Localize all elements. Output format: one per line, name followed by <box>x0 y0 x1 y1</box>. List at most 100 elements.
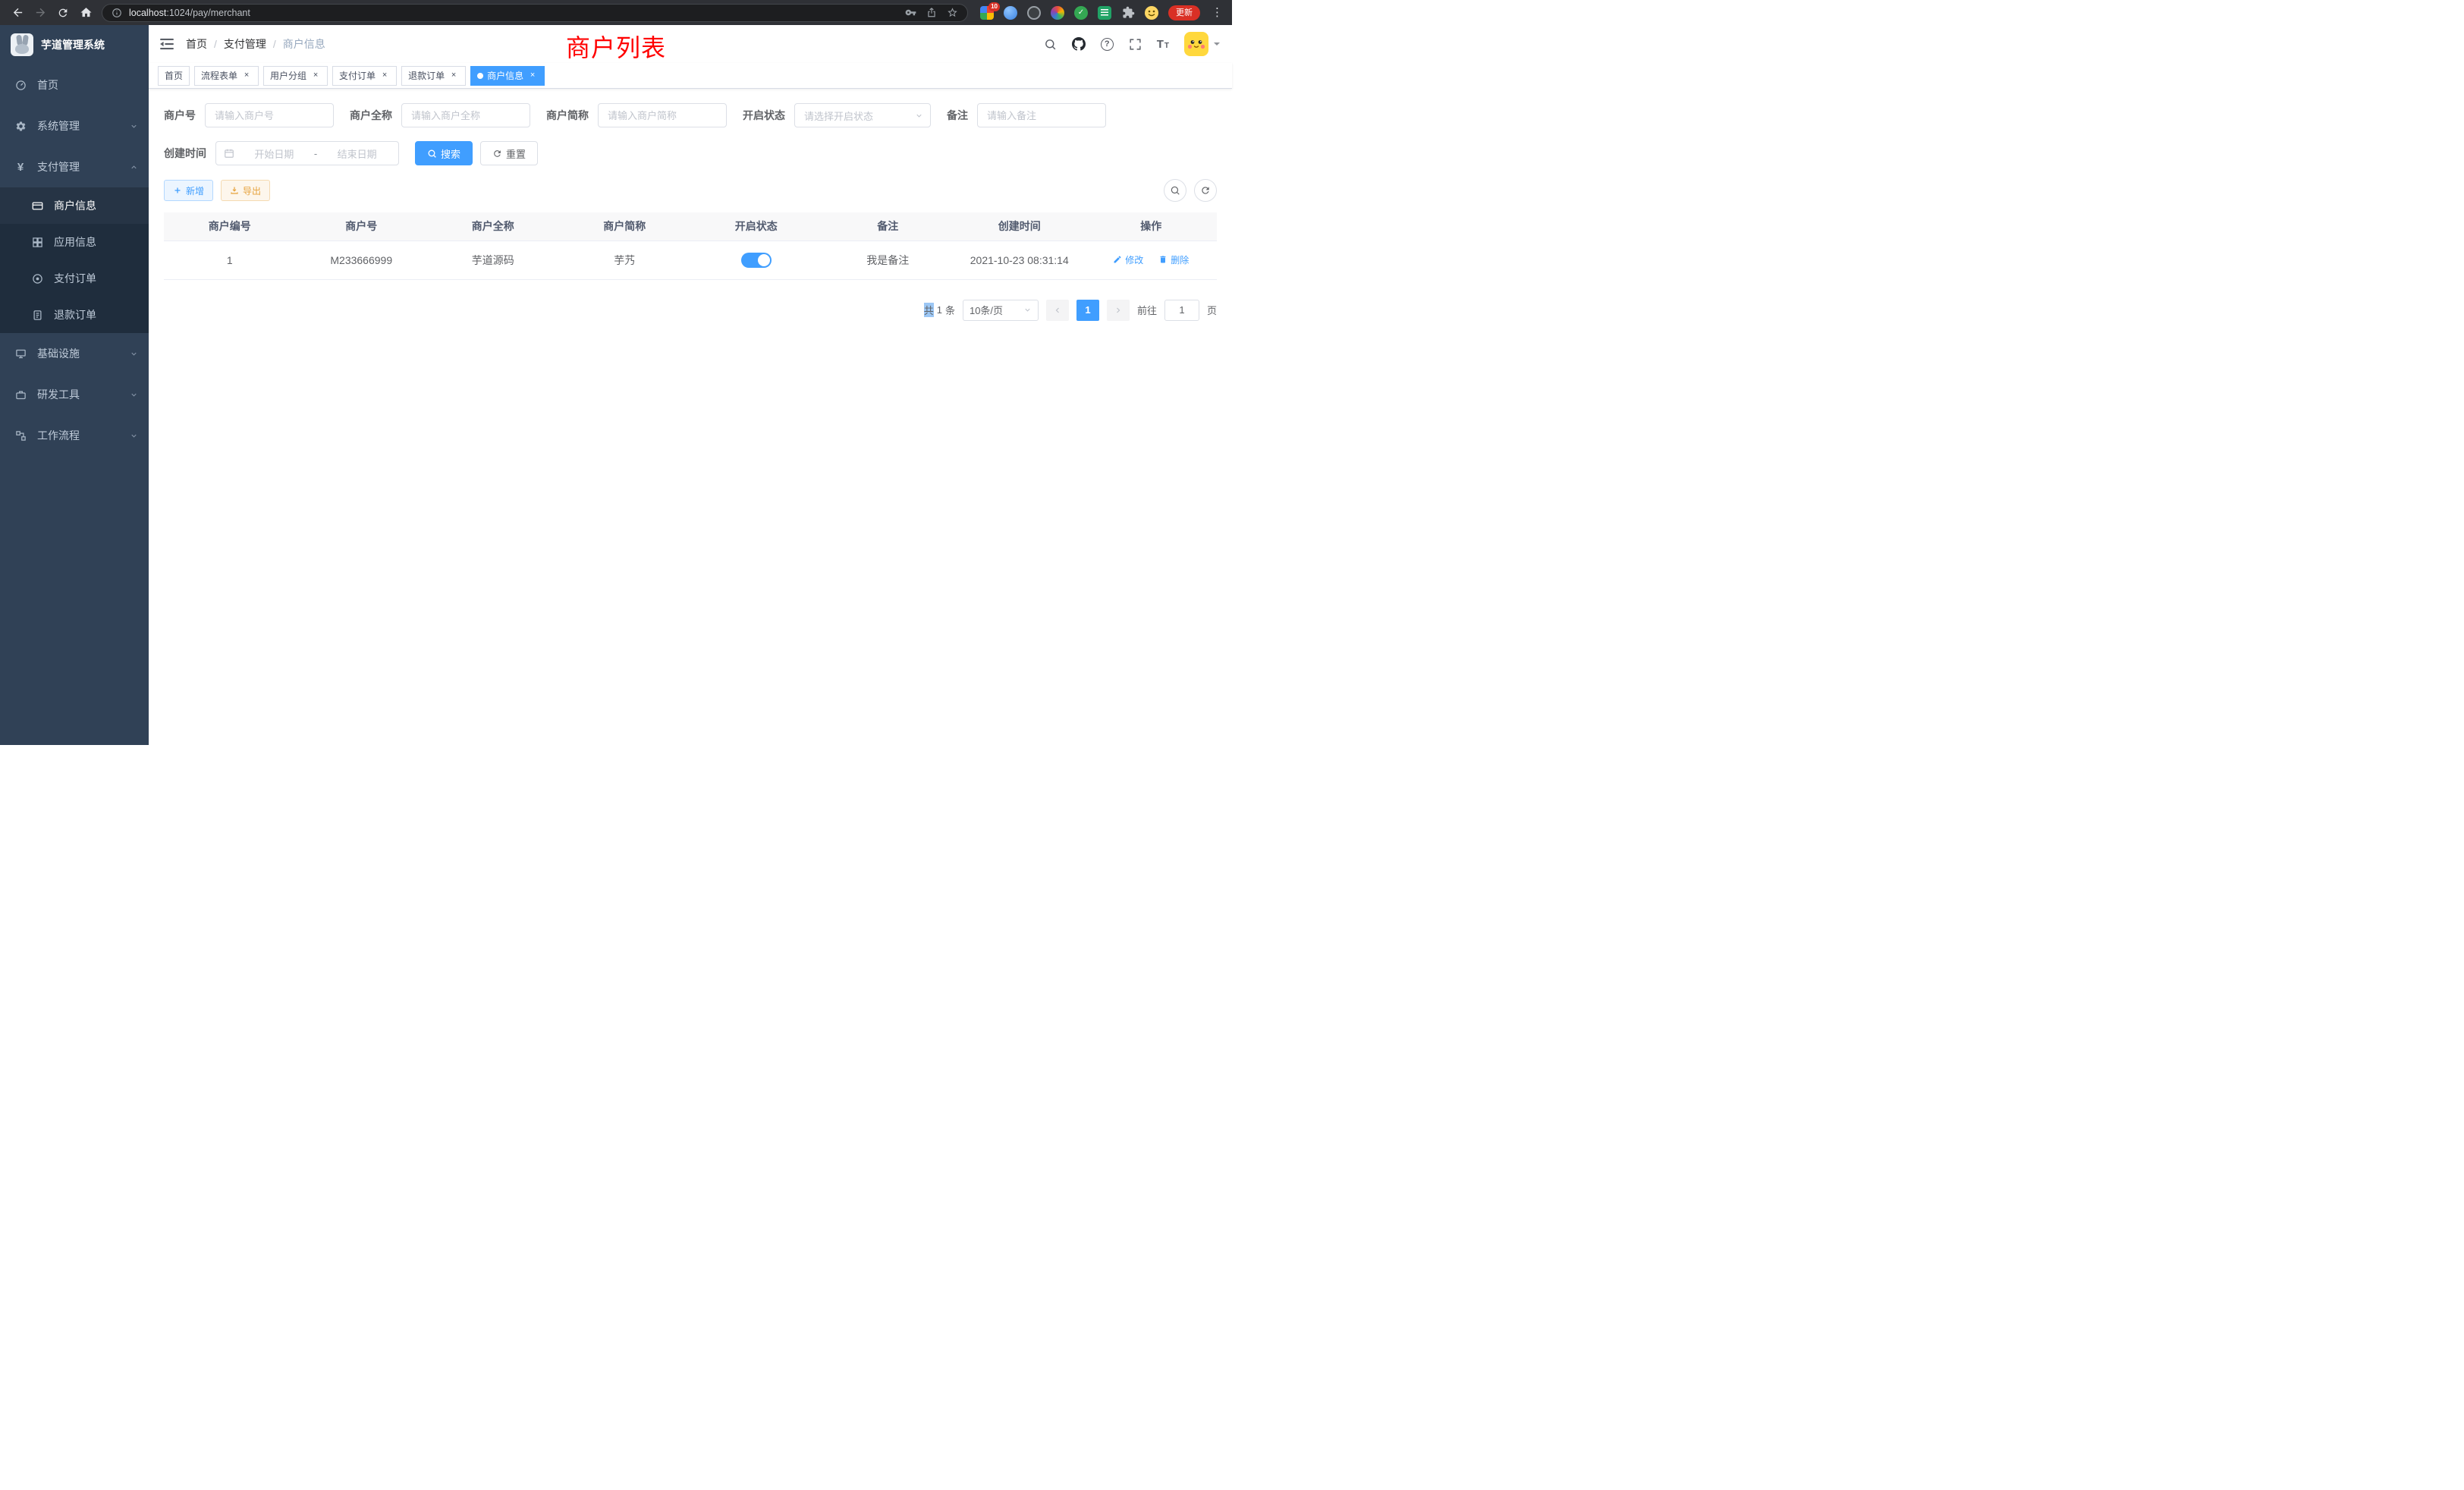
chevron-down-icon <box>915 112 923 120</box>
next-page-button[interactable] <box>1107 300 1130 321</box>
close-icon[interactable]: × <box>527 71 538 81</box>
browser-reload-button[interactable] <box>53 3 73 23</box>
full-name-input[interactable] <box>401 103 530 127</box>
full-name-label: 商户全称 <box>350 108 392 123</box>
extension-icon-3[interactable] <box>1027 6 1041 20</box>
sidebar-item-refund-order[interactable]: 退款订单 <box>0 297 149 333</box>
browser-back-button[interactable] <box>8 3 27 23</box>
browser-extensions-area: 10 ✓ 更新 ⋮ <box>980 5 1224 20</box>
col-header-status: 开启状态 <box>690 212 822 240</box>
breadcrumb-section[interactable]: 支付管理 <box>224 36 266 52</box>
sidebar-toggle-icon[interactable] <box>160 38 174 50</box>
grid-icon <box>31 236 43 248</box>
url-text[interactable]: localhost:1024/pay/merchant <box>129 8 898 18</box>
breadcrumb-home[interactable]: 首页 <box>186 36 207 52</box>
merchant-no-input[interactable] <box>205 103 334 127</box>
page-1-button[interactable]: 1 <box>1076 300 1099 321</box>
fullscreen-icon[interactable] <box>1129 38 1142 51</box>
create-time-range-picker[interactable]: 开始日期 - 结束日期 <box>215 141 399 165</box>
gear-icon <box>14 120 27 132</box>
sidebar-item-dev-tools[interactable]: 研发工具 <box>0 374 149 415</box>
tag-pay-order[interactable]: 支付订单× <box>332 66 397 86</box>
chrome-menu-icon[interactable]: ⋮ <box>1210 7 1224 18</box>
close-icon[interactable]: × <box>241 71 252 81</box>
sidebar-item-workflow[interactable]: 工作流程 <box>0 415 149 456</box>
browser-nav-buttons <box>8 3 96 23</box>
search-form-row-1: 商户号 商户全称 商户简称 开启状态 请选择开启状态 <box>164 103 1217 127</box>
calendar-icon <box>224 148 234 159</box>
close-icon[interactable]: × <box>448 71 459 81</box>
tag-user-group[interactable]: 用户分组× <box>263 66 328 86</box>
font-size-icon[interactable]: TT <box>1157 39 1169 50</box>
sidebar-item-label: 支付管理 <box>37 159 119 174</box>
search-icon <box>1170 185 1180 196</box>
add-button[interactable]: 新增 <box>164 180 213 201</box>
profile-avatar-icon[interactable] <box>1145 6 1158 20</box>
user-avatar[interactable] <box>1184 32 1221 56</box>
chevron-down-icon <box>130 391 138 399</box>
tag-home[interactable]: 首页 <box>158 66 190 86</box>
table-header-row: 商户编号 商户号 商户全称 商户简称 开启状态 备注 创建时间 操作 <box>164 212 1217 240</box>
browser-forward-button[interactable] <box>30 3 50 23</box>
reset-button[interactable]: 重置 <box>480 141 538 165</box>
sidebar-item-pay-order[interactable]: 支付订单 <box>0 260 149 297</box>
browser-address-bar[interactable]: localhost:1024/pay/merchant <box>102 4 968 22</box>
close-icon[interactable]: × <box>379 71 390 81</box>
extension-icon-2[interactable] <box>1004 6 1017 20</box>
toggle-search-button[interactable] <box>1164 179 1186 202</box>
remark-input[interactable] <box>977 103 1106 127</box>
tag-merchant-info[interactable]: 商户信息× <box>470 66 545 86</box>
col-header-merchant-no: 商户号 <box>296 212 428 240</box>
chevron-right-icon <box>1114 306 1123 315</box>
sidebar-submenu-payment: 商户信息 应用信息 支付订单 退款订单 <box>0 187 149 333</box>
date-range-separator: - <box>314 148 317 159</box>
avatar-image <box>1184 32 1208 56</box>
app-logo[interactable]: 芋道管理系统 <box>0 25 149 64</box>
status-toggle[interactable] <box>741 253 772 268</box>
help-icon[interactable]: ? <box>1101 38 1114 51</box>
page-size-select[interactable]: 10条/页 <box>963 300 1039 321</box>
sidebar-item-merchant-info[interactable]: 商户信息 <box>0 187 149 224</box>
extension-icon-6[interactable] <box>1098 6 1111 20</box>
form-item-short-name: 商户简称 <box>546 103 727 127</box>
export-button[interactable]: 导出 <box>221 180 270 201</box>
delete-button[interactable]: 删除 <box>1158 253 1189 266</box>
main-area: 首页 / 支付管理 / 商户信息 商户列表 ? TT 首页 <box>149 25 1232 745</box>
extension-icon-5[interactable]: ✓ <box>1074 6 1088 20</box>
yen-icon: ¥ <box>14 161 27 173</box>
sidebar-item-label: 系统管理 <box>37 118 119 134</box>
cell-actions: 修改 删除 <box>1086 240 1218 279</box>
sidebar-item-payment[interactable]: ¥ 支付管理 <box>0 146 149 187</box>
tag-refund-order[interactable]: 退款订单× <box>401 66 466 86</box>
extension-icon-1[interactable]: 10 <box>980 6 994 20</box>
sidebar-item-infrastructure[interactable]: 基础设施 <box>0 333 149 374</box>
col-header-create-time: 创建时间 <box>954 212 1086 240</box>
chrome-update-button[interactable]: 更新 <box>1168 5 1200 20</box>
sidebar-item-app-info[interactable]: 应用信息 <box>0 224 149 260</box>
sidebar-item-system[interactable]: 系统管理 <box>0 105 149 146</box>
close-icon[interactable]: × <box>310 71 321 81</box>
browser-home-button[interactable] <box>76 3 96 23</box>
short-name-input[interactable] <box>598 103 727 127</box>
extensions-puzzle-icon[interactable] <box>1121 6 1135 20</box>
refresh-table-button[interactable] <box>1194 179 1217 202</box>
prev-page-button[interactable] <box>1046 300 1069 321</box>
sidebar-item-home[interactable]: 首页 <box>0 64 149 105</box>
edit-button[interactable]: 修改 <box>1113 253 1143 266</box>
extension-icon-4[interactable] <box>1051 6 1064 20</box>
github-icon[interactable] <box>1072 37 1086 51</box>
col-header-remark: 备注 <box>822 212 954 240</box>
search-form-row-2: 创建时间 开始日期 - 结束日期 搜索 重置 <box>164 141 1217 165</box>
search-button[interactable]: 搜索 <box>415 141 473 165</box>
search-icon[interactable] <box>1044 38 1057 51</box>
chevron-down-icon <box>1213 40 1221 48</box>
status-select[interactable]: 请选择开启状态 <box>794 103 931 127</box>
tag-process-form[interactable]: 流程表单× <box>194 66 259 86</box>
goto-page-input[interactable] <box>1164 300 1199 321</box>
password-key-icon[interactable] <box>905 7 916 18</box>
site-info-icon[interactable] <box>112 8 122 18</box>
breadcrumb-current: 商户信息 <box>283 36 325 52</box>
bookmark-star-icon[interactable] <box>947 7 958 18</box>
share-icon[interactable] <box>926 7 937 18</box>
workflow-icon <box>14 429 27 442</box>
